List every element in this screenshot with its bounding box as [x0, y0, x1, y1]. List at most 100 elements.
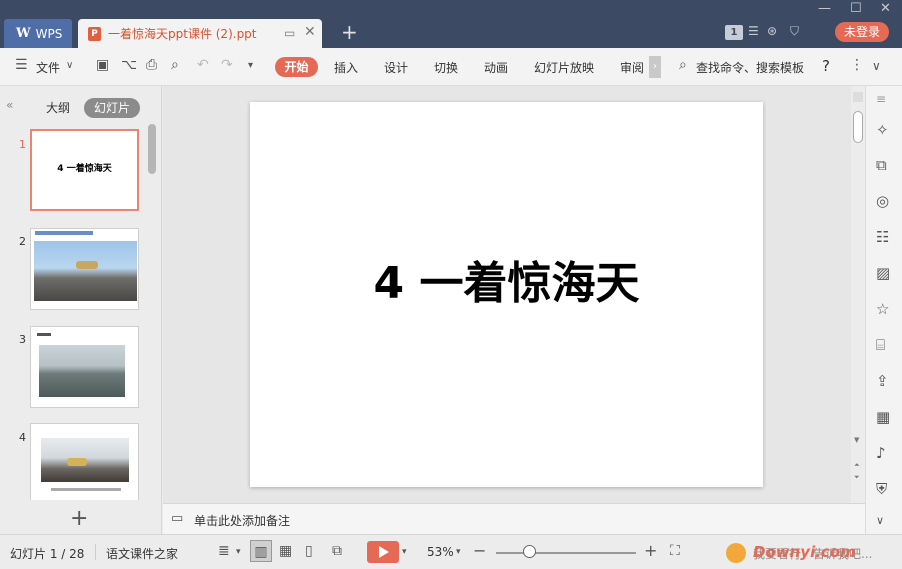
chevron-down-icon[interactable]: ▾	[236, 547, 241, 557]
print-preview-icon[interactable]: ⌕	[171, 57, 179, 73]
presenter-view-icon[interactable]: ⧉	[332, 543, 342, 559]
quick-access-dropdown-icon[interactable]: ▾	[248, 60, 253, 71]
tab-transition[interactable]: 切换	[434, 59, 458, 76]
drag-handle-icon[interactable]: ≡	[876, 92, 886, 106]
thumbnail-title: 4 一着惊海天	[57, 164, 112, 174]
collapse-ribbon-icon[interactable]: ∨	[872, 59, 881, 73]
current-slide[interactable]: 4 一着惊海天	[250, 102, 763, 487]
notes-placeholder[interactable]: 单击此处添加备注	[194, 512, 290, 529]
jet-landing-image	[41, 438, 129, 482]
print-icon[interactable]: ⎙	[146, 57, 157, 73]
window-count-badge[interactable]: 1	[725, 25, 743, 40]
zoom-out-icon[interactable]: −	[473, 541, 486, 560]
menu-lines-icon[interactable]: ☰	[748, 24, 759, 38]
maximize-icon[interactable]: ☐	[850, 1, 862, 16]
slide-thumbnail-1[interactable]: 4 一着惊海天	[30, 129, 139, 211]
monitor-icon[interactable]: ▭	[284, 26, 295, 40]
notes-bar[interactable]: ▭ 单击此处添加备注	[163, 503, 865, 534]
thumbnail-caption-line	[51, 488, 121, 491]
slide-thumbnail-4[interactable]	[30, 423, 139, 500]
notes-toggle-icon[interactable]: ≣	[218, 543, 230, 559]
fit-to-window-icon[interactable]: ⛶	[670, 543, 680, 559]
ribbon-scroll-right-button[interactable]: ›	[649, 56, 661, 78]
archive-box-icon[interactable]: ⌸	[876, 336, 885, 354]
slide-thumbnail-3[interactable]	[30, 326, 139, 408]
tab-slideshow[interactable]: 幻灯片放映	[534, 59, 594, 76]
share-icon[interactable]: ⊛	[767, 24, 777, 38]
slide-number: 1	[19, 138, 26, 151]
help-icon[interactable]: ?	[822, 57, 830, 75]
title-bar: W WPS P 一着惊海天ppt课件 (2).ppt ▭ ✕ + — ☐ ✕ 1…	[0, 0, 902, 48]
status-bar: 幻灯片 1 / 28 语文课件之家 ≣ ▾ ▥ ▦ ▯ ⧉ ▾ 53% ▾ − …	[0, 534, 902, 569]
slide-thumbnail-list[interactable]: 1 4 一着惊海天 2 3 4	[0, 124, 158, 500]
canvas-scrollbar[interactable]: ▼ ⏶ ⏷	[851, 86, 865, 503]
slide-sorter-icon[interactable]: ▦	[279, 543, 292, 559]
slide-title[interactable]: 4 一着惊海天	[250, 247, 763, 311]
chevron-down-icon[interactable]: ∨	[66, 60, 73, 71]
magic-wand-icon[interactable]: ✧	[876, 121, 889, 139]
close-window-icon[interactable]: ✕	[880, 1, 891, 16]
template-name[interactable]: 语文课件之家	[106, 545, 178, 562]
slide-canvas: 4 一着惊海天	[163, 86, 851, 503]
skin-shirt-icon[interactable]: ⛉	[790, 24, 799, 39]
login-button[interactable]: 未登录	[835, 22, 889, 42]
hamburger-menu-icon[interactable]: ☰	[15, 57, 28, 73]
next-slide-icon[interactable]: ⏷	[854, 473, 860, 482]
thumbnail-caption-line	[37, 333, 51, 336]
search-icon[interactable]: ⌕	[679, 57, 687, 73]
add-slide-button[interactable]: +	[70, 506, 88, 531]
picture-icon[interactable]: ▦	[876, 408, 890, 426]
slide-thumbnail-2[interactable]	[30, 228, 139, 310]
prev-slide-icon[interactable]: ⏶	[854, 461, 860, 470]
image-gallery-icon[interactable]: ▨	[876, 264, 890, 282]
tab-outline[interactable]: 大纲	[46, 98, 70, 118]
canvas-scroll-thumb[interactable]	[853, 111, 863, 143]
redo-icon[interactable]: ↷	[221, 57, 233, 73]
minimize-icon[interactable]: —	[818, 1, 831, 16]
tab-animation[interactable]: 动画	[484, 59, 508, 76]
scroll-down-arrow-icon[interactable]: ▼	[854, 436, 859, 444]
slide-panel: « 大纲 幻灯片 1 4 一着惊海天 2 3 4 +	[0, 86, 162, 534]
wps-home-tab[interactable]: W WPS	[4, 19, 72, 48]
slide-number: 4	[19, 431, 26, 444]
zoom-in-icon[interactable]: +	[644, 541, 657, 560]
tab-home[interactable]: 开始	[275, 57, 318, 77]
thumbnail-caption-line	[35, 231, 93, 235]
layout-icon[interactable]: ⧉	[876, 156, 887, 174]
wps-logo-icon: W	[16, 26, 31, 41]
chevron-down-icon[interactable]: ▾	[456, 547, 461, 557]
chevron-down-icon[interactable]: ▾	[402, 547, 407, 557]
tab-insert[interactable]: 插入	[334, 59, 358, 76]
more-options-icon[interactable]: ⋮	[850, 57, 864, 73]
adjust-sliders-icon[interactable]: ☷	[876, 228, 889, 246]
close-tab-icon[interactable]: ✕	[304, 24, 316, 40]
document-tab-title: 一着惊海天ppt课件 (2).ppt	[108, 27, 257, 41]
scroll-up-area[interactable]	[853, 92, 863, 102]
export-icon[interactable]: ⇪	[876, 372, 889, 390]
tab-design[interactable]: 设计	[384, 59, 408, 76]
document-tab[interactable]: P 一着惊海天ppt课件 (2).ppt ▭ ✕	[78, 19, 322, 48]
collapse-panel-icon[interactable]: «	[6, 98, 13, 112]
reading-view-icon[interactable]: ▯	[305, 543, 313, 559]
save-icon[interactable]: ▣	[96, 57, 109, 73]
zoom-slider-knob[interactable]	[523, 545, 536, 558]
speaker-icon[interactable]: ♪	[876, 444, 886, 462]
shield-icon[interactable]: ⛨	[876, 480, 887, 498]
shapes-icon[interactable]: ◎	[876, 192, 889, 210]
tab-slides[interactable]: 幻灯片	[84, 98, 141, 118]
undo-icon[interactable]: ↶	[197, 57, 209, 73]
command-search[interactable]: 查找命令、搜索模板	[696, 59, 804, 76]
zoom-slider-track[interactable]	[496, 552, 636, 554]
zoom-level[interactable]: 53%	[427, 545, 454, 559]
star-icon[interactable]: ☆	[876, 300, 889, 318]
new-tab-button[interactable]: +	[341, 21, 358, 43]
file-menu[interactable]: 文件	[36, 59, 60, 76]
chevron-down-icon[interactable]: ∨	[876, 514, 884, 527]
tab-review[interactable]: 审阅	[620, 59, 644, 76]
ppt-file-icon: P	[88, 26, 101, 41]
format-painter-icon[interactable]: ⌥	[121, 57, 137, 73]
play-slideshow-button[interactable]	[367, 541, 399, 563]
normal-view-icon[interactable]: ▥	[250, 540, 272, 562]
thumbnail-scrollbar[interactable]	[148, 124, 156, 174]
slide-number: 2	[19, 235, 26, 248]
